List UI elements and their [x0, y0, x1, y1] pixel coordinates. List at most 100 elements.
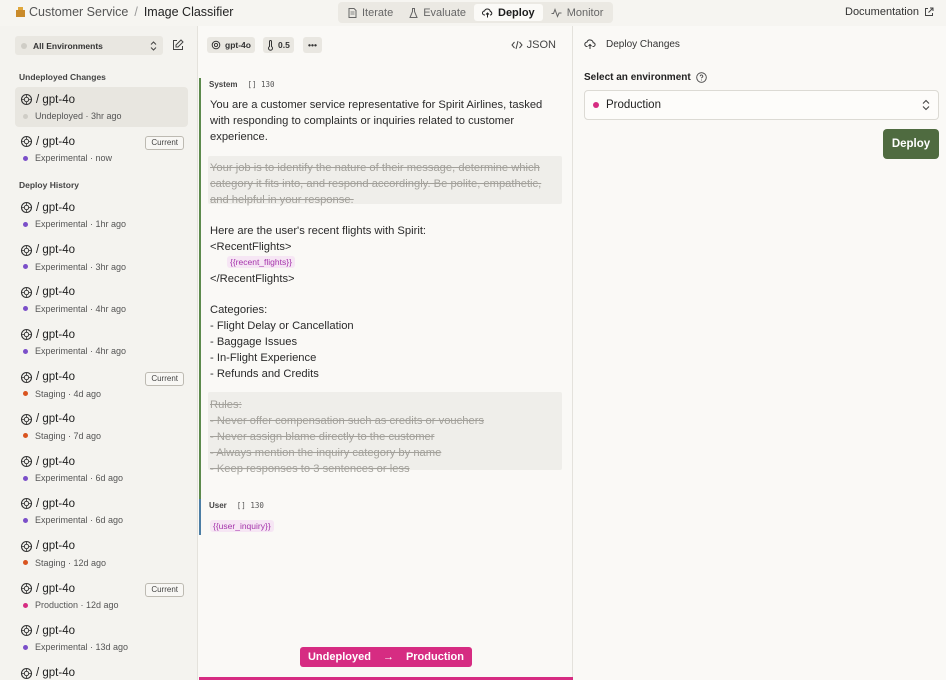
deploy-history-item[interactable]: / gpt-4o Experimental · 13d ago [15, 618, 188, 658]
item-status: Experimental · 6d ago [23, 515, 123, 525]
item-status-text: Staging · 7d ago [35, 430, 102, 441]
breadcrumb-separator: / [134, 5, 138, 19]
flask-icon [409, 7, 418, 18]
deploy-changes-header: Deploy Changes [584, 39, 680, 50]
user-label-text: User [209, 501, 227, 510]
environment-select-label: Select an environment [584, 72, 707, 83]
item-model-name: / gpt-4o [36, 286, 75, 299]
item-model-name: / gpt-4o [36, 667, 75, 680]
tab-evaluate[interactable]: Evaluate [401, 4, 474, 21]
system-role-label: System [] 130 [209, 80, 275, 89]
openai-icon [20, 286, 33, 298]
tab-deploy-label: Deploy [498, 6, 535, 19]
item-model-name: / gpt-4o [36, 201, 75, 214]
documentation-link[interactable]: Documentation [845, 6, 934, 18]
deploy-history-item[interactable]: / gpt-4o Experimental · 6d ago [15, 449, 188, 489]
help-icon[interactable] [695, 72, 707, 83]
tab-iterate-label: Iterate [362, 6, 394, 19]
temperature-value: 0.5 [278, 40, 290, 50]
environment-dot [23, 348, 28, 354]
deploy-history-item[interactable]: / gpt-4o Experimental · now Current [15, 129, 188, 169]
item-status: Experimental · 4hr ago [23, 346, 126, 356]
tab-iterate[interactable]: Iterate [340, 4, 401, 21]
chevron-updown-icon [922, 99, 930, 111]
item-model-name: / gpt-4o [36, 93, 75, 106]
deploy-history-item[interactable]: / gpt-4o Experimental · 6d ago [15, 491, 188, 531]
item-status-text: Production · 12d ago [35, 600, 119, 610]
environment-dot [23, 221, 28, 227]
user-role-label: User [] 130 [209, 501, 264, 510]
breadcrumb-project[interactable]: Customer Service [29, 5, 128, 19]
item-status: Production · 12d ago [23, 600, 119, 610]
item-status: Staging · 12d ago [23, 558, 106, 568]
openai-icon [20, 582, 33, 595]
deploy-history-item[interactable]: / gpt-4o Experimental · 4hr ago [15, 322, 188, 362]
environment-dot [23, 517, 28, 523]
item-status-text: Experimental · 1hr ago [35, 219, 127, 230]
more-options-button[interactable]: ••• [303, 37, 322, 53]
recent-flights-intro: Here are the user's recent flights with … [210, 225, 427, 253]
openai-icon [20, 456, 33, 468]
tab-deploy[interactable]: Deploy [474, 4, 543, 21]
item-model-name: / gpt-4o [36, 455, 75, 468]
current-badge: Current [145, 371, 184, 386]
environment-select-label-text: Select an environment [584, 72, 691, 83]
item-model: / gpt-4o [20, 497, 75, 510]
tab-monitor[interactable]: Monitor [543, 4, 612, 21]
tab-monitor-label: Monitor [566, 6, 604, 19]
item-status-text: Staging · 12d ago [35, 557, 107, 568]
item-status: Undeployed · 3hr ago [23, 111, 122, 121]
item-model-name: / gpt-4o [36, 582, 75, 595]
item-status-text: Experimental · 13d ago [35, 642, 129, 653]
thermometer-icon [268, 39, 273, 51]
breadcrumb-page[interactable]: Image Classifier [144, 5, 234, 19]
deploy-history-item[interactable]: / gpt-4o Experimental · 3hr ago [15, 238, 188, 278]
edit-button[interactable] [172, 38, 184, 56]
production-dot [593, 102, 599, 108]
environment-dot [23, 113, 28, 119]
environment-select[interactable]: Production [584, 90, 939, 120]
deploy-history-item[interactable]: / gpt-4o Staging · 12d ago [15, 534, 188, 574]
environment-dot [23, 433, 28, 439]
model-selector[interactable]: gpt-4o [207, 37, 255, 53]
removed-instructions-text: Your job is to identify the nature of th… [210, 162, 542, 206]
item-model-name: / gpt-4o [36, 328, 75, 341]
deploy-history-item[interactable]: / gpt-4o Experimental · 4hr ago [15, 280, 188, 320]
deploy-history-item[interactable]: / gpt-4o Production · 12d ago Current [15, 576, 188, 616]
item-status-text: Experimental · 4hr ago [35, 303, 127, 314]
document-icon [348, 7, 357, 18]
item-status-text: Experimental · 6d ago [35, 515, 124, 526]
banner-target: Production [405, 651, 464, 663]
user-message-block[interactable]: User [] 130 {{user_inquiry}} [199, 499, 561, 535]
recent-flights-variable[interactable]: {{recent_flights}} [227, 256, 295, 268]
deploy-history-item[interactable]: / gpt-4o [15, 661, 188, 680]
openai-icon [20, 667, 33, 679]
deploy-changes-title: Deploy Changes [606, 39, 680, 50]
deploy-history-title: Deploy History [19, 180, 79, 190]
environment-dot [23, 264, 28, 270]
json-toggle-button[interactable]: JSON [511, 39, 556, 51]
environment-dot [23, 306, 28, 312]
removed-rules-text: Rules: - Never offer compensation such a… [210, 399, 485, 475]
openai-icon [20, 135, 33, 148]
user-inquiry-variable[interactable]: {{user_inquiry}} [210, 520, 274, 532]
item-model: / gpt-4o [20, 286, 75, 299]
environment-dot [23, 155, 28, 161]
item-model: / gpt-4o [20, 582, 75, 595]
deploy-button[interactable]: Deploy [883, 129, 939, 159]
breadcrumb: Customer Service / Image Classifier [16, 5, 233, 19]
system-message-block[interactable]: System [] 130 You are a customer service… [199, 78, 562, 502]
item-status-text: Undeployed · 3hr ago [35, 111, 122, 121]
item-model-name: / gpt-4o [36, 244, 75, 257]
deploy-history-item[interactable]: / gpt-4o Staging · 7d ago [15, 407, 188, 447]
environment-filter-select[interactable]: All Environments [15, 36, 163, 55]
deploy-history-item[interactable]: / gpt-4o Staging · 4d ago Current [15, 365, 188, 405]
current-badge: Current [145, 583, 184, 597]
system-label-text: System [209, 80, 238, 89]
deploy-history-item[interactable]: / gpt-4o Undeployed · 3hr ago [15, 87, 188, 127]
temperature-control[interactable]: 0.5 [263, 37, 294, 53]
openai-icon [20, 244, 33, 256]
openai-icon [20, 371, 33, 383]
deploy-history-item[interactable]: / gpt-4o Experimental · 1hr ago [15, 195, 188, 235]
environment-filter-label: All Environments [33, 40, 103, 51]
